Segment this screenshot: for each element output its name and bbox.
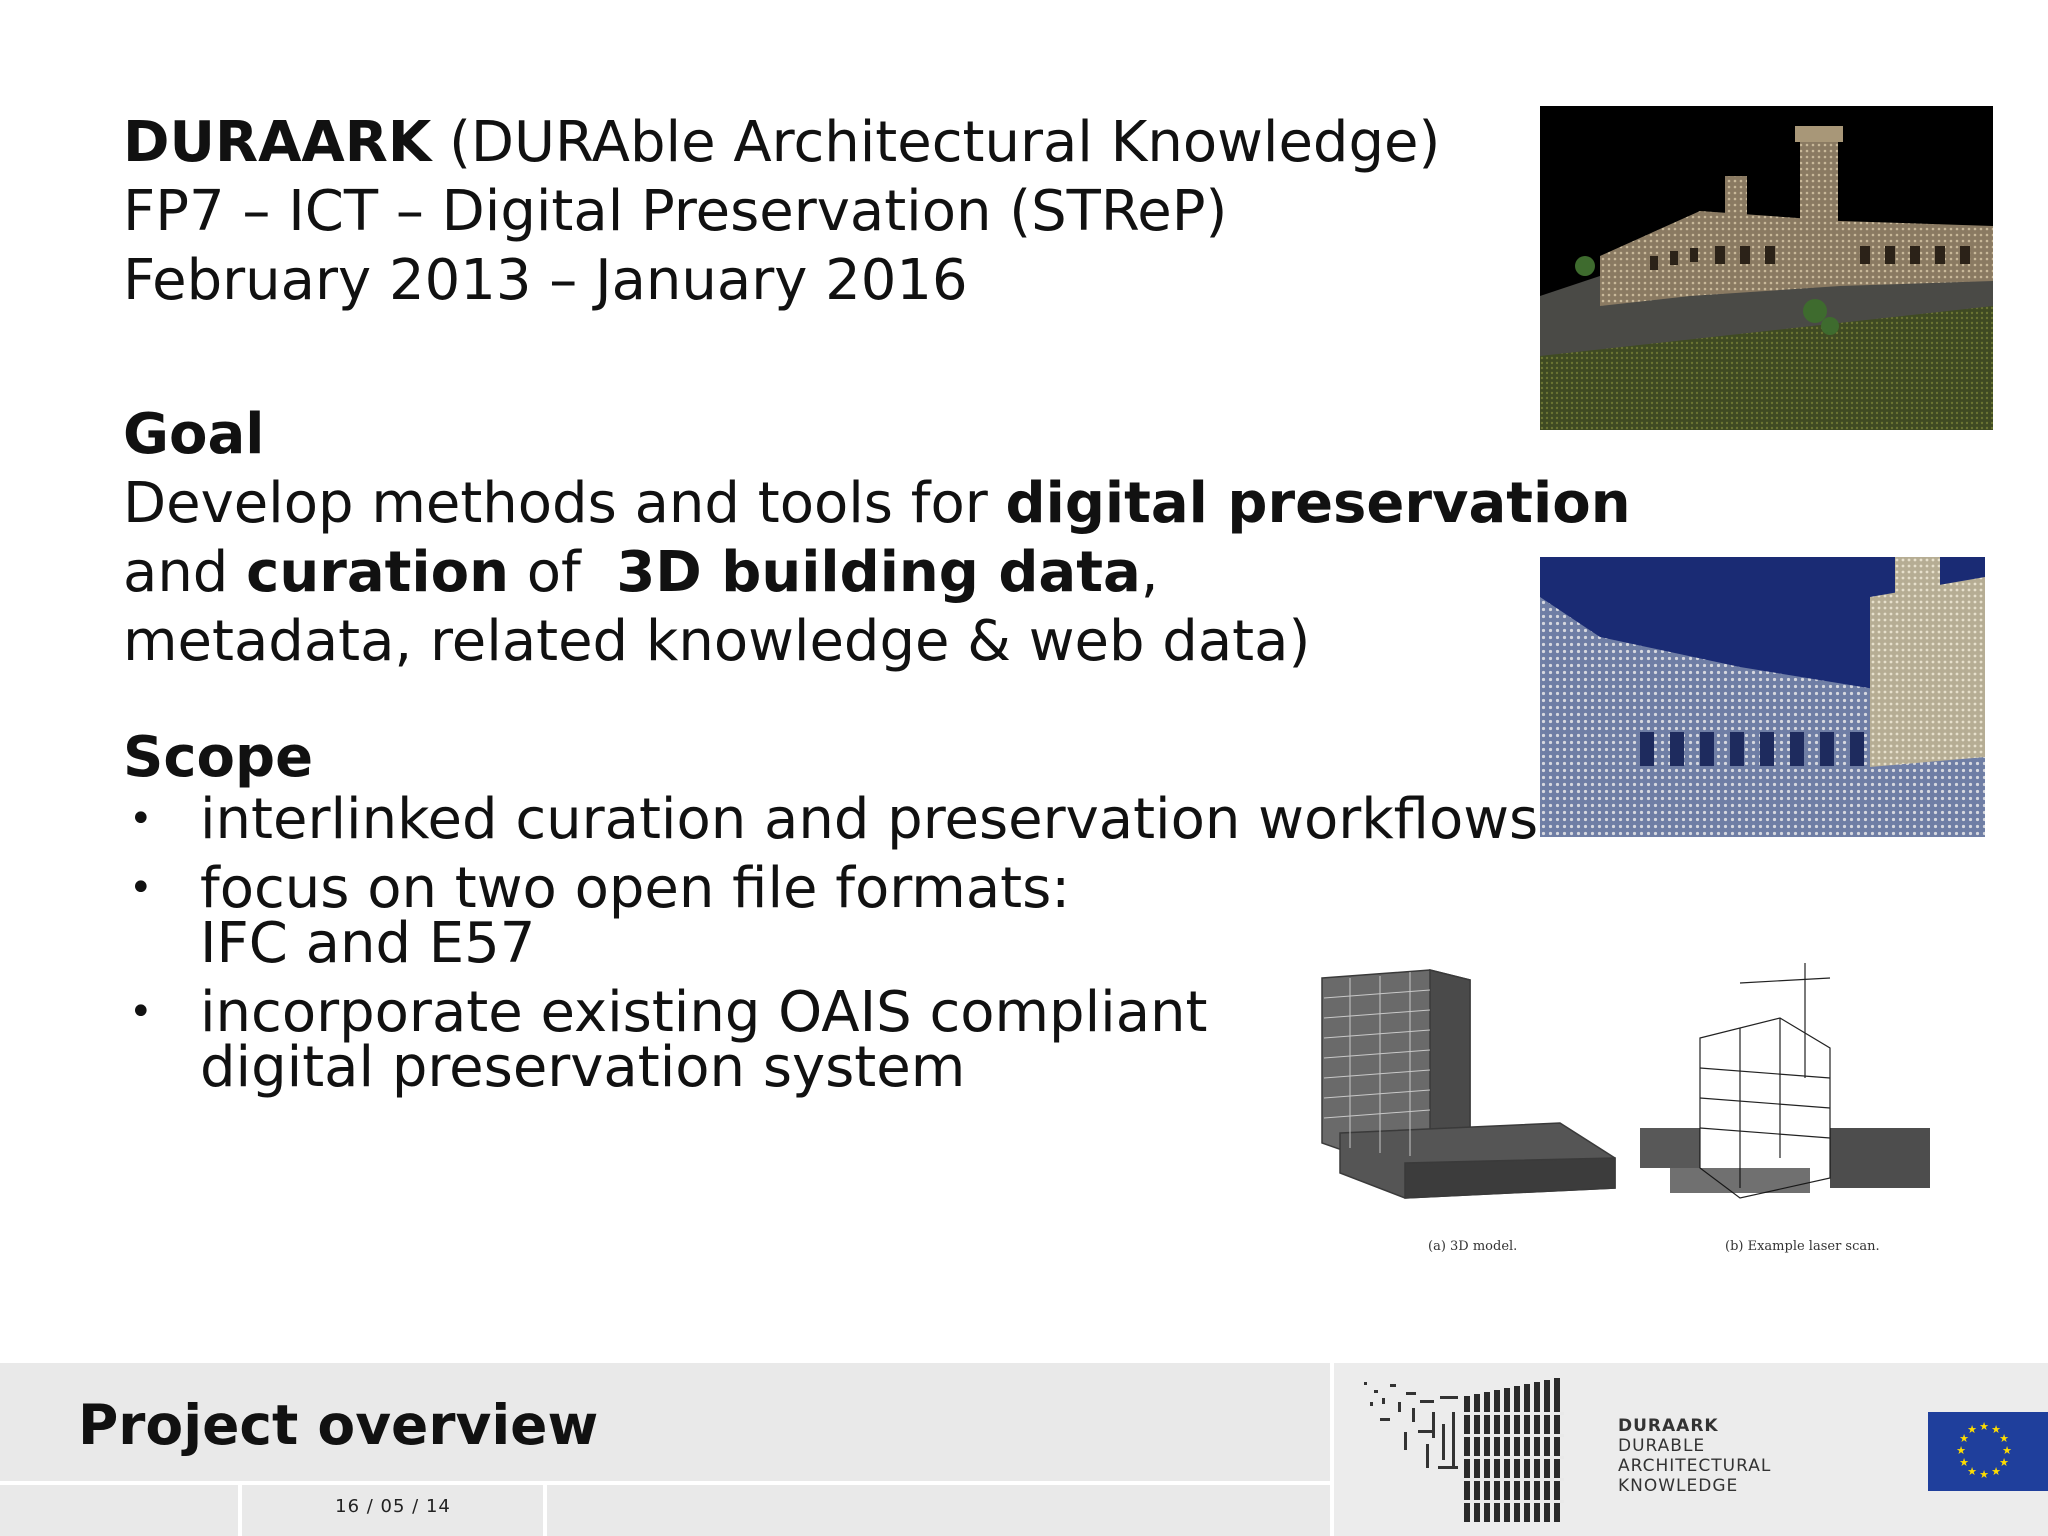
svg-text:★: ★	[1956, 1444, 1966, 1457]
footer-title-area: Project overview 16 / 05 / 14	[0, 1363, 1334, 1536]
goal-line-3: metadata, related knowledge & web data)	[123, 609, 1311, 674]
scope-item: • focus on two open file formats: IFC an…	[129, 856, 1071, 976]
facade-point-cloud-photo	[1540, 557, 1985, 837]
building-point-cloud-photo	[1540, 106, 1993, 430]
svg-text:★: ★	[1991, 1465, 2001, 1478]
period-line: February 2013 – January 2016	[123, 248, 968, 313]
scope-item: • interlinked curation and preservation …	[129, 787, 1539, 852]
duraark-logo-text: DURAARK DURABLE ARCHITECTURAL KNOWLEDGE	[1618, 1416, 1772, 1496]
duraark-logo-icon	[1364, 1378, 1564, 1522]
programme-line: FP7 – ICT – Digital Preservation (STReP)	[123, 179, 1228, 244]
svg-text:★: ★	[1979, 1420, 1989, 1433]
scope-list: • interlinked curation and preservation …	[123, 787, 1539, 1100]
goal-line-2: and curation of 3D building data,	[123, 540, 1159, 605]
slide-content: DURAARK (DURAble Architectural Knowledge…	[123, 108, 1631, 1109]
bullet-icon: •	[129, 865, 153, 911]
footer-date: 16 / 05 / 14	[335, 1496, 451, 1517]
eu-flag-icon: ★ ★ ★ ★ ★ ★ ★ ★ ★ ★ ★ ★	[1928, 1412, 2048, 1491]
caption-b: (b) Example laser scan.	[1725, 1239, 1880, 1254]
svg-text:★: ★	[1959, 1456, 1969, 1469]
bullet-icon: •	[129, 989, 153, 1035]
scope-item: • incorporate existing OAIS compliant di…	[129, 980, 1208, 1100]
scope-heading: Scope	[123, 725, 314, 790]
svg-text:★: ★	[1967, 1423, 1977, 1436]
caption-a: (a) 3D model.	[1428, 1239, 1517, 1254]
goal-line-1: Develop methods and tools for digital pr…	[123, 471, 1631, 536]
project-title: DURAARK (DURAble Architectural Knowledge…	[123, 110, 1441, 175]
model-and-scan-figure: (a) 3D model. (b) Example laser scan.	[1310, 958, 1960, 1258]
bullet-icon: •	[129, 796, 153, 842]
svg-text:★: ★	[1979, 1468, 1989, 1481]
footer-title: Project overview	[78, 1393, 599, 1457]
goal-heading: Goal	[123, 402, 265, 467]
